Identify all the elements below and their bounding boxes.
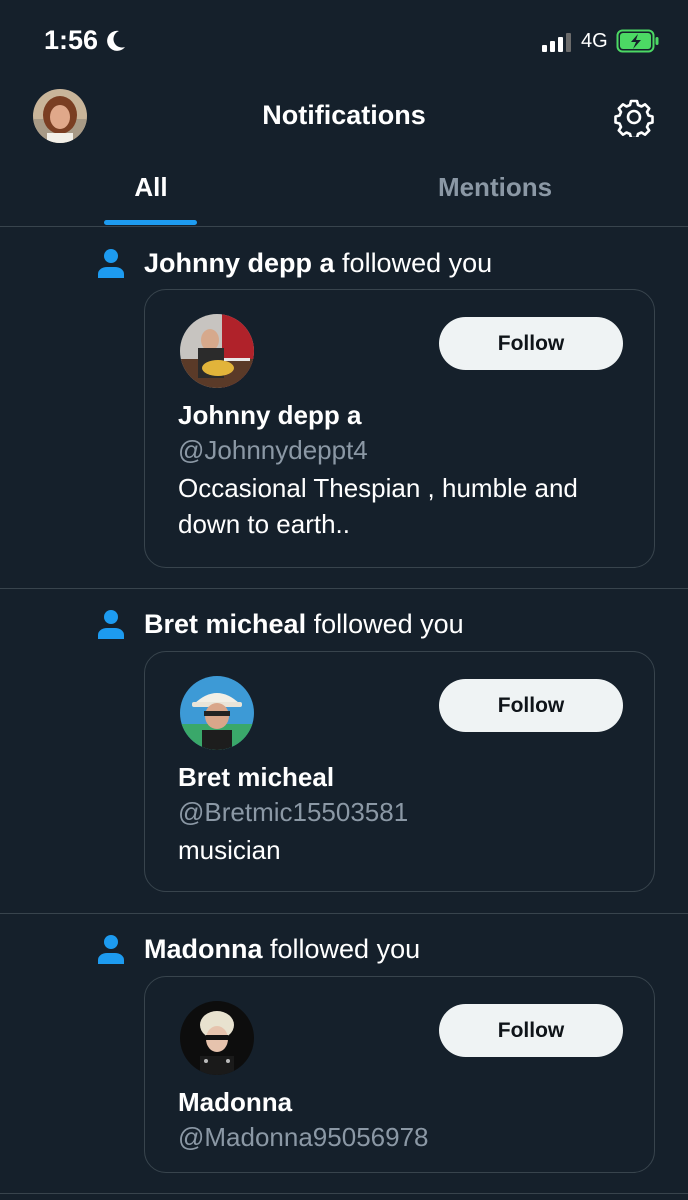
person-icon	[98, 935, 124, 964]
notification-item[interactable]: Bret micheal followed you Follow Bret mi…	[0, 589, 688, 914]
person-icon	[98, 249, 124, 278]
tab-mentions[interactable]: Mentions	[400, 172, 590, 226]
user-bio: Occasional Thespian , humble and down to…	[178, 473, 578, 539]
gear-icon[interactable]	[614, 97, 654, 137]
moon-icon	[107, 30, 125, 51]
user-handle: @Bretmic15503581	[178, 797, 409, 827]
status-bar: 1:56 4G	[0, 0, 688, 84]
notification-action: followed you	[270, 934, 421, 964]
network-label: 4G	[581, 30, 608, 52]
avatar[interactable]	[180, 676, 254, 750]
follow-button[interactable]: Follow	[439, 1004, 623, 1057]
notification-action: followed you	[342, 248, 493, 278]
header: Notifications	[0, 84, 688, 154]
page-title: Notifications	[262, 100, 426, 130]
notification-item[interactable]: Madonna followed you Follow Madonna @Mad…	[0, 914, 688, 1194]
person-icon	[98, 610, 124, 639]
notification-item[interactable]: Johnny depp a followed you Follow Johnny…	[0, 228, 688, 589]
notification-text: Madonna followed you	[144, 934, 420, 965]
tab-all[interactable]: All	[104, 172, 198, 226]
status-time: 1:56	[44, 25, 99, 55]
notification-text: Johnny depp a followed you	[144, 248, 492, 279]
follow-button[interactable]: Follow	[439, 317, 623, 370]
user-bio: musician	[178, 835, 281, 865]
actor-name[interactable]: Madonna	[144, 934, 263, 964]
user-name[interactable]: Johnny depp a	[178, 400, 361, 431]
user-handle: @Johnnydeppt4	[178, 435, 368, 465]
avatar[interactable]	[180, 1001, 254, 1075]
actor-name[interactable]: Bret micheal	[144, 609, 306, 639]
user-name[interactable]: Madonna	[178, 1087, 292, 1118]
battery-charging-icon	[616, 29, 659, 53]
user-card[interactable]: Follow Bret micheal @Bretmic15503581 mus…	[144, 651, 655, 892]
notification-text: Bret micheal followed you	[144, 609, 464, 640]
user-card[interactable]: Follow Johnny depp a @Johnnydeppt4 Occas…	[144, 289, 655, 568]
notification-action: followed you	[313, 609, 464, 639]
user-name[interactable]: Bret micheal	[178, 762, 334, 793]
avatar[interactable]	[180, 314, 254, 388]
tab-bar: All Mentions	[0, 160, 688, 227]
active-tab-indicator	[104, 220, 197, 225]
user-handle: @Madonna95056978	[178, 1122, 429, 1152]
user-card[interactable]: Follow Madonna @Madonna95056978	[144, 976, 655, 1173]
follow-button[interactable]: Follow	[439, 679, 623, 732]
actor-name[interactable]: Johnny depp a	[144, 248, 335, 278]
signal-icon	[542, 33, 571, 52]
